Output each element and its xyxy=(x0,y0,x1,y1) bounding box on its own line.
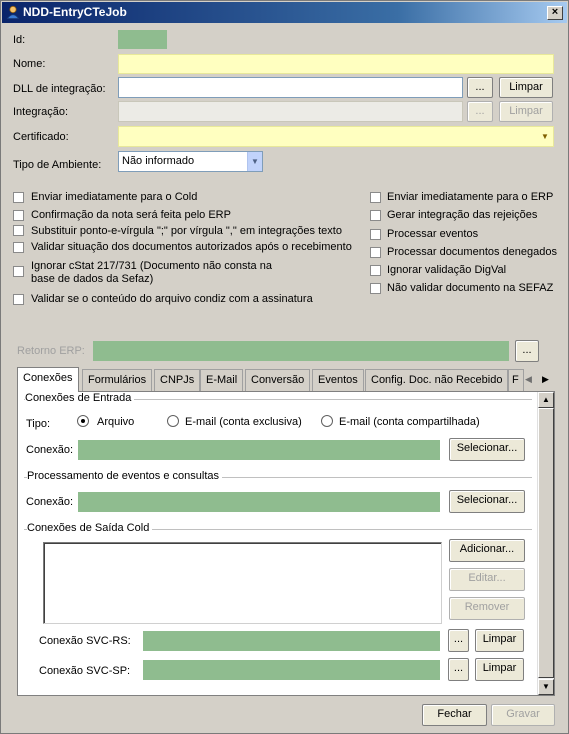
dll-label: DLL de integração: xyxy=(13,83,106,95)
radio-email-exclusiva[interactable] xyxy=(167,415,179,427)
tab-more[interactable]: F xyxy=(508,369,524,391)
tab-email[interactable]: E-Mail xyxy=(200,369,244,391)
svc-sp-clear-button[interactable]: Limpar xyxy=(475,658,524,681)
checkbox-label: Validar se o conteúdo do arquivo condiz … xyxy=(31,293,313,305)
title-bar[interactable]: NDD-EntryCTeJob × xyxy=(2,2,567,23)
id-label: Id: xyxy=(13,34,26,46)
fechar-button[interactable]: Fechar xyxy=(422,704,487,726)
checkbox-label: Enviar imediatamente para o Cold xyxy=(31,191,198,203)
checkbox-label: Processar eventos xyxy=(387,228,479,240)
tab-conversao[interactable]: Conversão xyxy=(245,369,311,391)
checkbox-label: Não validar documento na SEFAZ xyxy=(387,282,554,294)
tipo-label: Tipo: xyxy=(26,418,51,430)
conexao-entrada-field xyxy=(78,440,440,460)
checkbox-confirmacao-erp[interactable] xyxy=(13,210,24,221)
checkbox-ignorar-digval[interactable] xyxy=(370,265,381,276)
svc-sp-label: Conexão SVC-SP: xyxy=(39,665,131,677)
dll-browse-button[interactable]: ... xyxy=(467,77,493,98)
radio-email-compartilhada[interactable] xyxy=(321,415,333,427)
dll-clear-button[interactable]: Limpar xyxy=(499,77,553,98)
radio-arquivo-label: Arquivo xyxy=(97,416,135,428)
tab-scroll-left-icon[interactable]: ◀ xyxy=(525,374,532,385)
adicionar-button[interactable]: Adicionar... xyxy=(449,539,525,562)
checkbox-label: Substituir ponto-e-vírgula ";" por vírgu… xyxy=(31,225,342,237)
svc-rs-field xyxy=(143,631,440,651)
section-title-entrada: Conexões de Entrada xyxy=(25,392,135,404)
checkbox-validar-conteudo[interactable] xyxy=(13,294,24,305)
checkbox-processar-denegados[interactable] xyxy=(370,247,381,258)
tipo-ambiente-value: Não informado xyxy=(122,155,195,167)
remover-button[interactable]: Remover xyxy=(449,597,525,620)
conexao-entrada-label: Conexão: xyxy=(26,444,74,456)
scroll-thumb[interactable] xyxy=(538,408,554,678)
section-title-saida-cold: Conexões de Saída Cold xyxy=(27,522,153,534)
scroll-up-arrow-icon[interactable]: ▲ xyxy=(538,392,554,408)
saida-cold-list[interactable] xyxy=(43,542,442,624)
svc-rs-clear-button[interactable]: Limpar xyxy=(475,629,524,652)
integracao-input xyxy=(118,101,463,122)
certificado-label: Certificado: xyxy=(13,131,69,143)
conexao-entrada-selecionar-button[interactable]: Selecionar... xyxy=(449,438,525,461)
id-field xyxy=(118,30,167,49)
certificado-select[interactable]: ▼ xyxy=(118,126,554,147)
checkbox-label: Enviar imediatamente para o ERP xyxy=(387,191,554,203)
checkbox-ignorar-cstat[interactable] xyxy=(13,266,24,277)
gravar-button[interactable]: Gravar xyxy=(491,704,555,726)
checkbox-gerar-rejeicoes[interactable] xyxy=(370,210,381,221)
checkbox-label: Processar documentos denegados xyxy=(387,246,557,258)
retorno-erp-browse-button[interactable]: ... xyxy=(515,340,539,362)
integracao-label: Integração: xyxy=(13,106,69,118)
conexao-processamento-selecionar-button[interactable]: Selecionar... xyxy=(449,490,525,513)
scroll-down-arrow-icon[interactable]: ▼ xyxy=(538,679,554,695)
checkbox-validar-situacao[interactable] xyxy=(13,242,24,253)
close-button[interactable]: × xyxy=(547,6,563,20)
tipo-ambiente-select[interactable]: Não informado ▼ xyxy=(118,151,263,172)
tab-config-doc[interactable]: Config. Doc. não Recebido xyxy=(365,369,509,391)
tab-formularios[interactable]: Formulários xyxy=(82,369,153,391)
tab-scroll-right-icon[interactable]: ▶ xyxy=(542,374,549,385)
retorno-erp-field xyxy=(93,341,509,361)
checkbox-label: Validar situação dos documentos autoriza… xyxy=(31,241,352,253)
conexao-processamento-field xyxy=(78,492,440,512)
checkbox-processar-eventos[interactable] xyxy=(370,229,381,240)
svc-sp-browse-button[interactable]: ... xyxy=(448,658,469,681)
checkbox-substituir-ponto-virgula[interactable] xyxy=(13,225,24,236)
checkbox-enviar-cold[interactable] xyxy=(13,192,24,203)
tab-cnpjs[interactable]: CNPJs xyxy=(154,369,201,391)
checkbox-label: Ignorar cStat 217/731 (Documento não con… xyxy=(31,260,272,272)
checkbox-nao-validar-sefaz[interactable] xyxy=(370,283,381,294)
radio-email-exclusiva-label: E-mail (conta exclusiva) xyxy=(185,416,302,428)
svc-rs-label: Conexão SVC-RS: xyxy=(39,635,131,647)
tab-eventos[interactable]: Eventos xyxy=(312,369,364,391)
app-user-icon xyxy=(6,5,20,19)
retorno-erp-label: Retorno ERP: xyxy=(17,345,85,357)
section-title-processamento: Processamento de eventos e consultas xyxy=(27,470,223,482)
nome-label: Nome: xyxy=(13,58,46,70)
integracao-clear-button[interactable]: Limpar xyxy=(499,101,553,122)
dialog-window: NDD-EntryCTeJob × Id: Nome: DLL de integ… xyxy=(0,0,569,734)
nome-input[interactable] xyxy=(118,54,554,74)
editar-button[interactable]: Editar... xyxy=(449,568,525,591)
integracao-browse-button[interactable]: ... xyxy=(467,101,493,122)
chevron-down-icon[interactable]: ▼ xyxy=(538,127,552,146)
checkbox-enviar-erp[interactable] xyxy=(370,192,381,203)
svc-rs-browse-button[interactable]: ... xyxy=(448,629,469,652)
radio-email-compartilhada-label: E-mail (conta compartilhada) xyxy=(339,416,480,428)
dll-input[interactable] xyxy=(118,77,463,98)
conexao-processamento-label: Conexão: xyxy=(26,496,74,508)
radio-arquivo[interactable] xyxy=(77,415,89,427)
svc-sp-field xyxy=(143,660,440,680)
panel-scrollbar[interactable]: ▲ ▼ xyxy=(537,392,554,695)
tipo-ambiente-label: Tipo de Ambiente: xyxy=(13,159,102,171)
checkbox-label: Gerar integração das rejeições xyxy=(387,209,538,221)
tab-conexoes[interactable]: Conexões xyxy=(17,367,79,392)
tab-panel-conexoes: Conexões de Entrada Tipo: Arquivo E-mail… xyxy=(17,391,555,696)
chevron-down-icon[interactable]: ▼ xyxy=(247,152,262,171)
checkbox-label-cont: base de dados da Sefaz) xyxy=(31,273,154,285)
checkbox-label: Ignorar validação DigVal xyxy=(387,264,507,276)
window-title: NDD-EntryCTeJob xyxy=(23,5,127,19)
checkbox-label: Confirmação da nota será feita pelo ERP xyxy=(31,209,231,221)
